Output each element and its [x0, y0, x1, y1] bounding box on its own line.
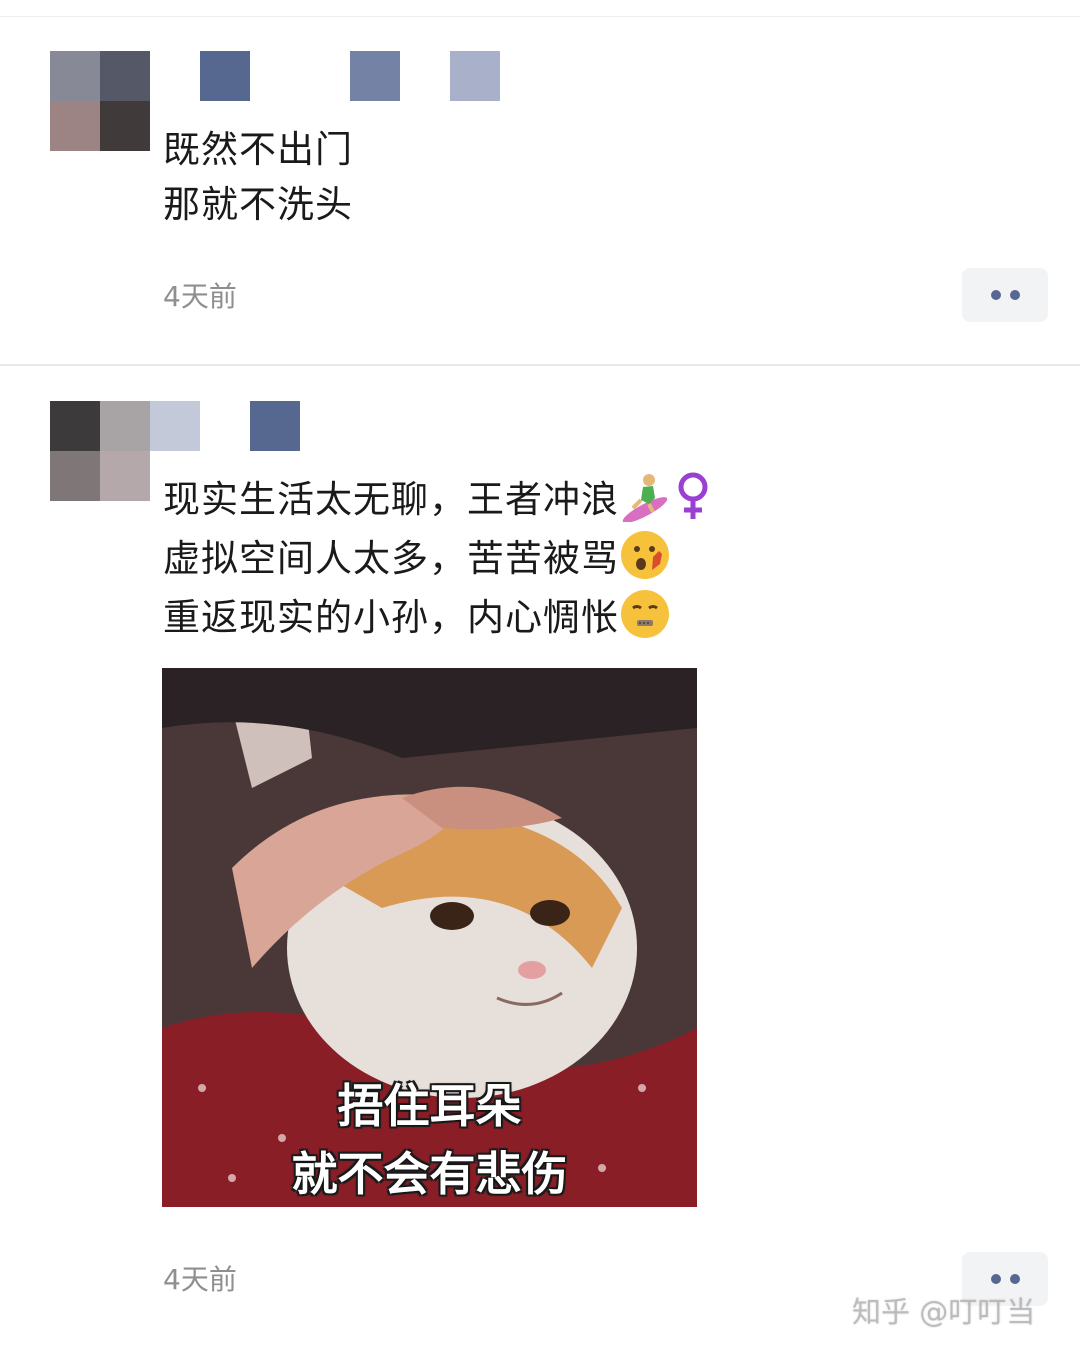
comment-line-text: 虚拟空间人太多，苦苦被骂 [163, 537, 619, 580]
username-blurred[interactable] [150, 401, 300, 451]
comment-text: 既然不出门 那就不洗头 [163, 122, 353, 232]
avatar[interactable] [50, 51, 150, 151]
watermark: 知乎 @叮叮当 [852, 1295, 1036, 1329]
meme-caption-line: 捂住耳朵 [337, 1079, 522, 1133]
username-blurred[interactable] [200, 51, 500, 101]
woman-surfing-icon [619, 470, 671, 523]
comment-line: 那就不洗头 [163, 183, 353, 226]
avatar[interactable] [50, 401, 150, 501]
comment-line-text: 现实生活太无聊，王者冲浪 [163, 478, 619, 521]
zipper-mouth-face-icon [619, 588, 671, 640]
comment-item-1: 既然不出门 那就不洗头 4天前 [0, 0, 1080, 364]
timestamp: 4天前 [163, 280, 237, 313]
female-sign-icon [671, 470, 715, 522]
hushed-face-hand-icon [619, 529, 671, 581]
meme-caption-line: 就不会有悲伤 [291, 1147, 568, 1201]
dot-icon [990, 1274, 1001, 1284]
comment-line: 现实生活太无聊，王者冲浪 [163, 470, 715, 529]
comment-item-2: 现实生活太无聊，王者冲浪 虚拟空间人太多，苦苦被骂 重返现实的小孙，内心惆怅 捂… [0, 366, 1080, 1351]
comment-line: 既然不出门 [163, 128, 353, 171]
meme-image[interactable]: 捂住耳朵 就不会有悲伤 [162, 668, 697, 1207]
dot-icon [990, 290, 1001, 300]
dot-icon [1009, 290, 1020, 300]
timestamp: 4天前 [163, 1263, 237, 1296]
comment-line-text: 重返现实的小孙，内心惆怅 [163, 596, 619, 639]
comment-line: 重返现实的小孙，内心惆怅 [163, 588, 715, 647]
more-button[interactable] [962, 268, 1048, 322]
dot-icon [1009, 1274, 1020, 1284]
comment-line: 虚拟空间人太多，苦苦被骂 [163, 529, 715, 588]
comment-text: 现实生活太无聊，王者冲浪 虚拟空间人太多，苦苦被骂 重返现实的小孙，内心惆怅 [163, 470, 715, 647]
